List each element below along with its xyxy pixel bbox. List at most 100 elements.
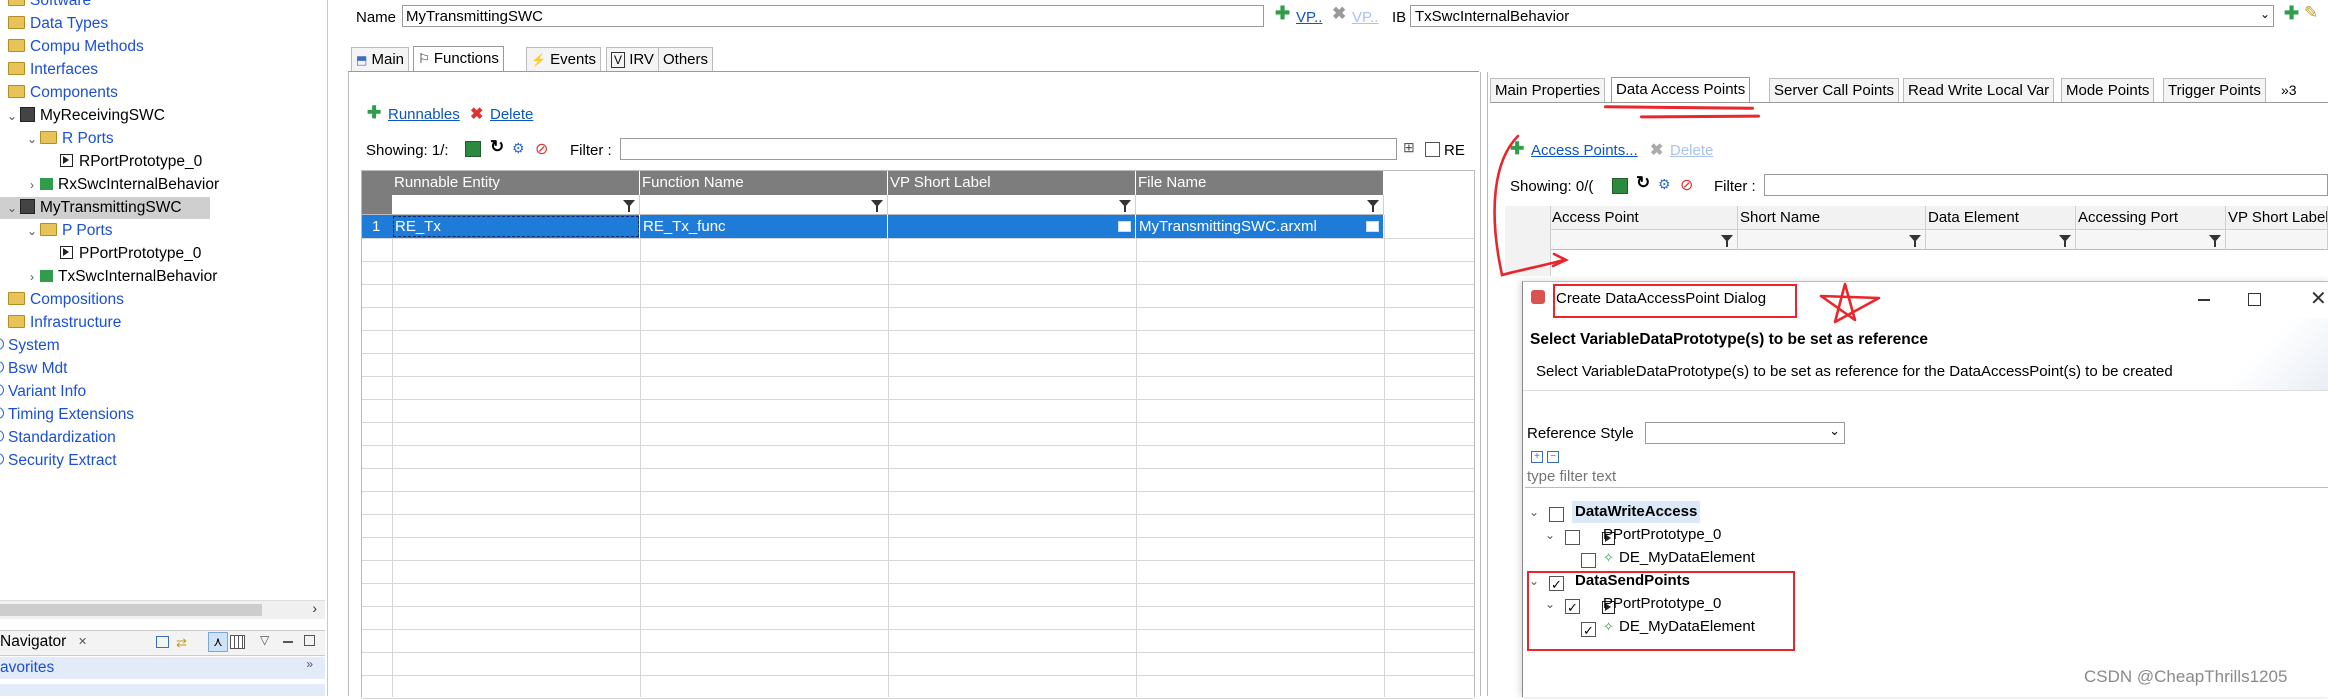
favorites-label[interactable]: avorites	[0, 659, 54, 677]
settings-icon[interactable]: ⚙	[512, 140, 525, 157]
right-settings-icon[interactable]: ⚙	[1658, 176, 1671, 193]
reference-style-select[interactable]: ⌄	[1645, 422, 1845, 444]
tree-item[interactable]: Compositions	[8, 289, 124, 311]
refresh-icon[interactable]: ↻	[490, 137, 504, 157]
column-header[interactable]: VP Short Label	[888, 171, 1136, 195]
scroll-right-icon[interactable]: ›	[312, 600, 317, 616]
cell-editor-icon[interactable]	[1118, 221, 1131, 232]
tree-item[interactable]: Infrastructure	[8, 312, 121, 334]
chevron-down-icon[interactable]: ⌄	[4, 105, 20, 127]
clear-filter-icon[interactable]: ⊘	[535, 139, 548, 159]
right-refresh-icon[interactable]: ↻	[1636, 173, 1650, 193]
tree-item[interactable]: ⌄ R Ports	[24, 128, 114, 150]
right-clear-filter-icon[interactable]: ⊘	[1680, 175, 1693, 195]
column-filter[interactable]	[640, 195, 888, 215]
ap-column-filter[interactable]	[1926, 230, 2076, 250]
remove-vp-icon[interactable]: ✖	[1332, 4, 1346, 24]
cell-editor-icon[interactable]	[1366, 221, 1379, 232]
tree-checkbox[interactable]	[1581, 553, 1596, 568]
ap-column-filter[interactable]	[1738, 230, 1926, 250]
tree-checkbox[interactable]	[1565, 530, 1580, 545]
tree-checkbox[interactable]	[1549, 507, 1564, 522]
filter-funnel-icon[interactable]	[623, 200, 635, 212]
tree-item[interactable]: PPortPrototype_0	[44, 243, 201, 265]
ap-column-header[interactable]: Accessing Port	[2076, 206, 2226, 230]
right-export-excel-icon[interactable]	[1612, 178, 1628, 194]
tree-item[interactable]: RPortPrototype_0	[44, 151, 202, 173]
delete-link[interactable]: Delete	[490, 106, 533, 123]
tab-events[interactable]: ⚡ Events	[526, 47, 601, 72]
filter-options-icon[interactable]: ⊞	[1403, 139, 1415, 156]
tree-item[interactable]: System	[0, 335, 60, 357]
tree-horizontal-scrollbar[interactable]: ›	[0, 600, 325, 619]
re-checkbox[interactable]	[1425, 142, 1440, 157]
collapse-all-icon[interactable]	[156, 636, 169, 648]
ap-column-header[interactable]: VP Short Label	[2226, 206, 2328, 230]
edit-ib-icon[interactable]: ✎	[2304, 3, 2318, 23]
chevron-down-icon[interactable]: ⌄	[24, 220, 40, 242]
table-cell[interactable]: MyTransmittingSWC.arxml	[1136, 215, 1384, 238]
maximize-view-icon[interactable]	[304, 635, 315, 646]
filter-input[interactable]	[620, 138, 1397, 160]
chevron-right-icon[interactable]: ›	[24, 174, 40, 196]
ap-column-filter[interactable]	[2076, 230, 2226, 250]
tab-main-properties[interactable]: Main Properties	[1490, 78, 1606, 103]
tree-item[interactable]: Software	[8, 0, 91, 12]
link-with-editor-icon[interactable]: ⇄	[176, 635, 187, 651]
tree-item[interactable]: › TxSwcInternalBehavior	[24, 266, 217, 288]
table-cell[interactable]: RE_Tx	[392, 215, 640, 238]
chevron-down-icon[interactable]: ⌄	[2260, 7, 2270, 21]
ap-column-filter[interactable]	[1550, 230, 1738, 250]
add-ib-icon[interactable]: ✚	[2284, 3, 2299, 24]
ap-column-filter[interactable]	[2226, 230, 2328, 250]
ap-column-header[interactable]: Access Point	[1550, 206, 1738, 230]
column-filter[interactable]	[1136, 195, 1384, 215]
tab-main[interactable]: ⬒ Main	[351, 47, 410, 72]
tree-item[interactable]: Components	[8, 82, 118, 104]
ib-combobox[interactable]: TxSwcInternalBehavior ⌄	[1410, 5, 2274, 27]
tree-item[interactable]: Variant Info	[0, 381, 86, 403]
close-icon[interactable]: ✕	[2310, 286, 2327, 311]
column-header[interactable]: Runnable Entity	[392, 171, 640, 195]
tab-read-write-local-var[interactable]: Read Write Local Var	[1903, 78, 2055, 103]
table-cell[interactable]: RE_Tx_func	[640, 215, 888, 238]
tree-item[interactable]: › RxSwcInternalBehavior	[24, 174, 219, 196]
add-vp-icon[interactable]: ✚	[1275, 3, 1290, 24]
favorites-expand-icon[interactable]: »	[306, 657, 313, 671]
tab-irv[interactable]: V IRV	[606, 47, 659, 72]
type-filter-input[interactable]	[1525, 465, 2328, 488]
tree-item[interactable]: ⌄ P Ports	[24, 220, 113, 242]
reference-style-chevron-icon[interactable]: ⌄	[1829, 423, 1840, 439]
view-menu-icon[interactable]: ▽	[260, 633, 269, 647]
table-cell[interactable]	[888, 215, 1136, 238]
filter-funnel-icon[interactable]	[2059, 235, 2071, 247]
tree-item[interactable]: Compu Methods	[8, 36, 144, 58]
expand-all-icon[interactable]: +	[1531, 451, 1543, 463]
tree-item[interactable]: ⌄ MyTransmittingSWC	[0, 197, 210, 219]
tree-item[interactable]: Security Extract	[0, 450, 117, 472]
column-filter[interactable]	[888, 195, 1136, 215]
delete-icon[interactable]: ✖	[470, 104, 483, 124]
tree-item[interactable]: ⌄ MyReceivingSWC	[4, 105, 165, 127]
navigator-toolbar-icon[interactable]: ⋏	[208, 632, 228, 652]
tab-functions[interactable]: ⚐ Functions	[413, 46, 504, 72]
filter-funnel-icon[interactable]	[1119, 200, 1131, 212]
filter-funnel-icon[interactable]	[2209, 235, 2221, 247]
chevron-down-icon[interactable]: ⌄	[1529, 501, 1539, 523]
right-filter-input[interactable]	[1764, 174, 2328, 196]
minimize-view-icon[interactable]	[283, 641, 293, 643]
tab-others[interactable]: Others	[658, 47, 714, 72]
name-field[interactable]	[402, 5, 1264, 27]
tree-item[interactable]: Bsw Mdt	[0, 358, 67, 380]
chevron-down-icon[interactable]: ⌄	[4, 197, 20, 219]
filter-funnel-icon[interactable]	[871, 200, 883, 212]
column-header[interactable]: Function Name	[640, 171, 888, 195]
add-runnable-icon[interactable]: ✚	[367, 103, 381, 123]
tree-node[interactable]: ⌄ DataWriteAccess	[1523, 501, 2323, 523]
chevron-down-icon[interactable]: ⌄	[1545, 524, 1555, 546]
column-filter[interactable]	[392, 195, 640, 215]
chevron-right-icon[interactable]: ›	[24, 266, 40, 288]
vp-link[interactable]: VP..	[1296, 9, 1322, 26]
grid-view-icon[interactable]	[230, 635, 245, 649]
ap-column-header[interactable]: Data Element	[1926, 206, 2076, 230]
